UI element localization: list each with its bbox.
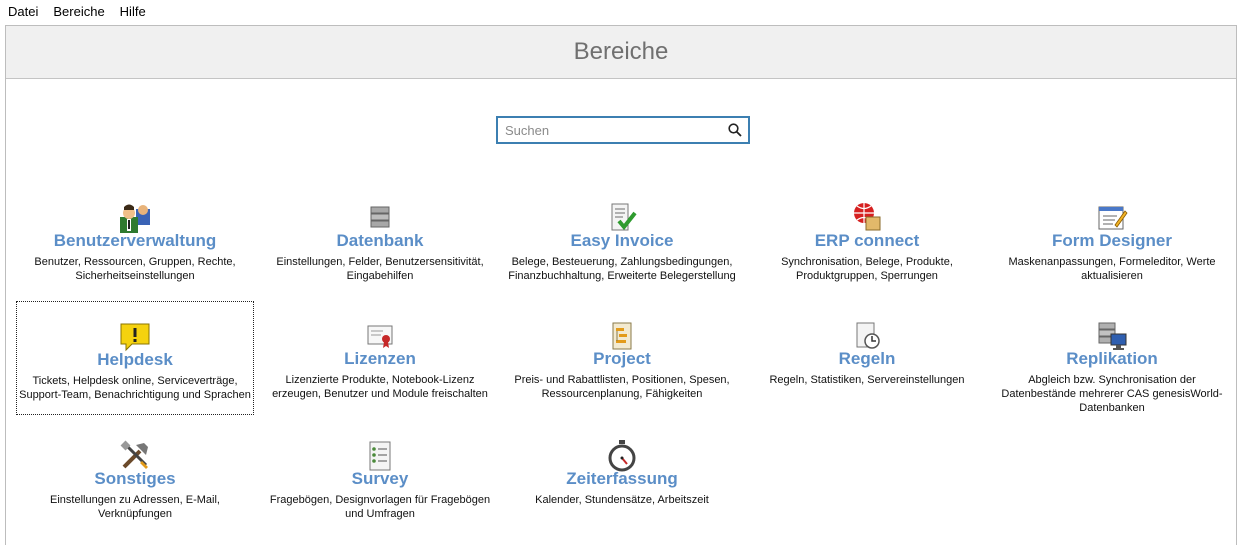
tile-title: ERP connect bbox=[814, 231, 920, 250]
tile-lizenzen[interactable]: Lizenzen Lizenzierte Produkte, Notebook-… bbox=[261, 319, 499, 433]
tile-description: Belege, Besteuerung, Zahlungsbedingungen… bbox=[508, 256, 736, 282]
tile-title: Helpdesk bbox=[97, 350, 173, 369]
alert-bubble-icon bbox=[118, 320, 152, 354]
tile-title: Regeln bbox=[838, 349, 896, 368]
tile-easy-invoice[interactable]: Easy Invoice Belege, Besteuerung, Zahlun… bbox=[503, 201, 741, 315]
tile-description: Maskenanpassungen, Formeleditor, Werte a… bbox=[1008, 256, 1216, 282]
tools-icon bbox=[118, 439, 152, 473]
tile-zeiterfassung[interactable]: Zeiterfassung Kalender, Stundensätze, Ar… bbox=[503, 439, 741, 553]
tile-description: Regeln, Statistiken, Servereinstellungen bbox=[769, 374, 965, 386]
menu-bar: Datei Bereiche Hilfe bbox=[0, 0, 1242, 24]
project-icon bbox=[605, 319, 639, 353]
tile-form-designer[interactable]: Form Designer Maskenanpassungen, Formele… bbox=[993, 201, 1231, 315]
stopwatch-icon bbox=[605, 439, 639, 473]
erp-globe-icon bbox=[850, 201, 884, 235]
server-monitor-icon bbox=[1095, 319, 1129, 353]
search-input[interactable] bbox=[503, 118, 724, 142]
tile-description: Synchronisation, Belege, Produkte, Produ… bbox=[781, 256, 953, 282]
tile-regeln[interactable]: Regeln Regeln, Statistiken, Servereinste… bbox=[748, 319, 986, 433]
tile-description: Benutzer, Ressourcen, Gruppen, Rechte, S… bbox=[34, 256, 236, 282]
tile-description: Abgleich bzw. Synchronisation der Datenb… bbox=[1001, 374, 1223, 414]
tile-benutzerverwaltung[interactable]: Benutzerverwaltung Benutzer, Ressourcen,… bbox=[16, 201, 254, 315]
tile-erp-connect[interactable]: ERP connect Synchronisation, Belege, Pro… bbox=[748, 201, 986, 315]
page-title: Bereiche bbox=[573, 38, 669, 65]
form-pencil-icon bbox=[1095, 201, 1129, 235]
tile-description: Fragebögen, Designvorlagen für Frageböge… bbox=[269, 494, 491, 520]
tile-project[interactable]: Project Preis- und Rabattlisten, Positio… bbox=[503, 319, 741, 433]
tile-title: Replikation bbox=[1066, 349, 1158, 368]
menu-bereiche[interactable]: Bereiche bbox=[45, 0, 111, 24]
tile-survey[interactable]: Survey Fragebögen, Designvorlagen für Fr… bbox=[261, 439, 499, 553]
users-icon bbox=[118, 201, 152, 235]
search-icon[interactable] bbox=[724, 119, 746, 141]
tile-title: Benutzerverwaltung bbox=[53, 231, 217, 250]
certificate-icon bbox=[363, 319, 397, 353]
tile-replikation[interactable]: Replikation Abgleich bzw. Synchronisatio… bbox=[993, 319, 1231, 433]
page-header: Bereiche bbox=[6, 26, 1236, 79]
tile-title: Project bbox=[593, 349, 651, 368]
tile-description: Einstellungen zu Adressen, E-Mail, Verkn… bbox=[50, 494, 220, 520]
tile-title: Survey bbox=[351, 469, 409, 488]
checklist-icon bbox=[363, 439, 397, 473]
tile-datenbank[interactable]: Datenbank Einstellungen, Felder, Benutze… bbox=[261, 201, 499, 315]
search-box[interactable] bbox=[496, 116, 750, 144]
rules-clock-icon bbox=[850, 319, 884, 353]
menu-datei[interactable]: Datei bbox=[0, 0, 45, 24]
tile-description: Tickets, Helpdesk online, Serviceverträg… bbox=[19, 375, 251, 401]
tile-title: Lizenzen bbox=[344, 349, 416, 368]
tile-description: Kalender, Stundensätze, Arbeitszeit bbox=[535, 494, 709, 506]
tile-description: Einstellungen, Felder, Benutzersensitivi… bbox=[276, 256, 484, 282]
tile-title: Sonstiges bbox=[94, 469, 176, 488]
database-icon bbox=[363, 201, 397, 235]
tile-description: Lizenzierte Produkte, Notebook-Lizenz er… bbox=[272, 374, 488, 400]
tile-helpdesk[interactable]: Helpdesk Tickets, Helpdesk online, Servi… bbox=[16, 301, 254, 415]
tile-title: Easy Invoice bbox=[570, 231, 674, 250]
tile-description: Preis- und Rabattlisten, Positionen, Spe… bbox=[514, 374, 730, 400]
menu-hilfe[interactable]: Hilfe bbox=[112, 0, 153, 24]
tile-sonstiges[interactable]: Sonstiges Einstellungen zu Adressen, E-M… bbox=[16, 439, 254, 553]
main-panel: Bereiche Benutzerverwaltung Benutzer, Re… bbox=[5, 25, 1237, 545]
tile-title: Form Designer bbox=[1052, 231, 1172, 250]
tile-title: Zeiterfassung bbox=[566, 469, 678, 488]
invoice-check-icon bbox=[605, 201, 639, 235]
tile-title: Datenbank bbox=[336, 231, 424, 250]
